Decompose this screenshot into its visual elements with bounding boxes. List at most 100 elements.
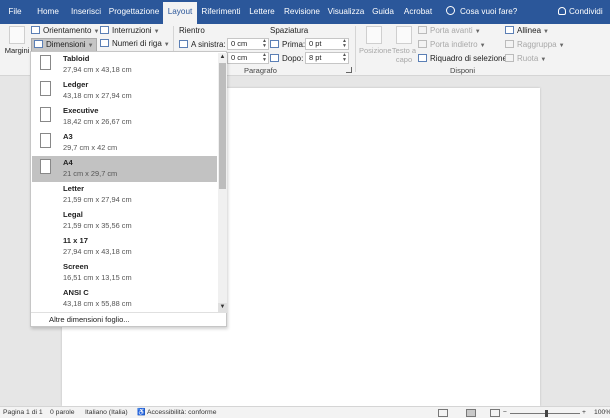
chevron-down-icon: ▼ — [93, 29, 100, 35]
spacing-before-input[interactable]: 0 pt ▲ ▼ — [305, 38, 349, 50]
tab-progettazione[interactable]: Progettazione — [108, 0, 160, 24]
wrap-text-icon — [396, 26, 412, 44]
language[interactable]: Italiano (Italia) — [85, 408, 128, 418]
tab-file[interactable]: File — [2, 0, 28, 24]
spinner-arrows-icon[interactable]: ▲ ▼ — [262, 39, 267, 49]
riquadro-selezione-button[interactable]: Riquadro di selezione — [418, 53, 507, 64]
paper-size-dimensions: 21,59 cm x 35,56 cm — [63, 221, 132, 230]
zoom-in-icon[interactable]: + — [582, 408, 586, 418]
focus-mode-icon[interactable] — [438, 409, 448, 417]
tab-guida[interactable]: Guida — [369, 0, 397, 24]
tab-home[interactable]: Home — [33, 0, 63, 24]
paper-size-item[interactable]: Executive 18,42 cm x 26,67 cm — [32, 104, 217, 130]
tab-revisione[interactable]: Revisione — [282, 0, 322, 24]
paper-size-name: A3 — [63, 132, 73, 141]
tab-lettere[interactable]: Lettere — [247, 0, 277, 24]
paper-size-dimensions: 16,51 cm x 13,15 cm — [63, 273, 132, 282]
accessibility-status[interactable]: ♿ Accessibilità: conforme — [137, 408, 217, 418]
spacing-after-input[interactable]: 8 pt ▲ ▼ — [305, 52, 349, 64]
web-layout-icon[interactable] — [490, 409, 500, 417]
paper-size-item[interactable]: Tabloid 27,94 cm x 43,18 cm — [32, 52, 217, 78]
scrollbar-thumb[interactable] — [219, 63, 226, 189]
numeri-riga-button[interactable]: Numeri di riga ▼ — [100, 38, 170, 51]
paper-size-dimensions: 18,42 cm x 26,67 cm — [63, 117, 132, 126]
tab-visualizza[interactable]: Visualizza — [327, 0, 365, 24]
accessibility-label: Accessibilità: conforme — [146, 409, 217, 416]
porta-indietro-label: Porta indietro — [430, 40, 478, 49]
margins-icon — [9, 26, 25, 44]
paper-size-item[interactable]: Screen 16,51 cm x 13,15 cm — [32, 260, 217, 286]
raggruppa-button[interactable]: Raggruppa ▼ — [505, 39, 565, 52]
tab-inserisci[interactable]: Inserisci — [68, 0, 104, 24]
align-icon — [505, 26, 514, 34]
testo-a-capo-label: Testo a capo — [391, 46, 417, 64]
paper-size-dimensions: 27,94 cm x 43,18 cm — [63, 247, 132, 256]
paper-size-dimensions: 43,18 cm x 55,88 cm — [63, 299, 132, 308]
lightbulb-icon — [446, 6, 455, 15]
tab-riferimenti[interactable]: Riferimenti — [200, 0, 242, 24]
margini-button[interactable]: Margini — [2, 26, 32, 55]
indent-left-input[interactable]: 0 cm ▲ ▼ — [227, 38, 269, 50]
scroll-up-icon[interactable]: ▲ — [218, 53, 227, 62]
interruzioni-button[interactable]: Interruzioni ▼ — [100, 25, 160, 38]
paper-size-item[interactable]: A3 29,7 cm x 42 cm — [32, 130, 217, 156]
tab-layout[interactable]: Layout — [163, 2, 197, 24]
rientro-heading: Rientro — [179, 26, 205, 35]
altre-dimensioni-link[interactable]: Altre dimensioni foglio... — [49, 315, 130, 324]
send-backward-icon — [418, 40, 427, 48]
size-icon — [34, 40, 43, 48]
paper-size-item[interactable]: ANSI C 43,18 cm x 55,88 cm — [32, 286, 217, 312]
paper-size-item[interactable]: 11 x 17 27,94 cm x 43,18 cm — [32, 234, 217, 260]
spacing-after-icon — [270, 54, 279, 62]
vertical-scrollbar[interactable] — [597, 76, 610, 406]
word-count[interactable]: 0 parole — [50, 408, 75, 418]
testo-a-capo-button[interactable]: Testo a capo — [389, 26, 419, 64]
allinea-button[interactable]: Allinea ▼ — [505, 25, 549, 38]
share-button[interactable]: Condividi — [558, 0, 603, 24]
indent-right-input[interactable]: 0 cm ▲ ▼ — [227, 52, 269, 64]
ruota-label: Ruota — [517, 54, 539, 63]
paper-size-name: A4 — [63, 158, 73, 167]
scroll-down-icon[interactable]: ▼ — [218, 303, 227, 312]
indent-left-icon — [179, 40, 188, 48]
posizione-button[interactable]: Posizione — [359, 26, 392, 55]
interruzioni-label: Interruzioni — [112, 26, 152, 35]
zoom-level[interactable]: 100% — [594, 408, 610, 418]
paper-size-item[interactable]: Legal 21,59 cm x 35,56 cm — [32, 208, 217, 234]
accessibility-icon: ♿ — [137, 409, 146, 416]
raggruppa-label: Raggruppa — [517, 40, 557, 49]
paper-size-list: Tabloid 27,94 cm x 43,18 cm Ledger 43,18… — [31, 52, 217, 312]
share-label: Condividi — [569, 7, 603, 16]
disponi-group-label: Disponi — [450, 66, 476, 75]
chevron-down-icon: ▼ — [479, 43, 486, 49]
porta-indietro-button[interactable]: Porta indietro ▼ — [418, 39, 486, 52]
paper-size-item-selected[interactable]: A4 21 cm x 29,7 cm — [32, 156, 217, 182]
spinner-arrows-icon[interactable]: ▲ ▼ — [342, 39, 347, 49]
posizione-label: Posizione — [359, 46, 392, 55]
orientamento-button[interactable]: Orientamento ▼ — [31, 25, 99, 38]
paper-size-icon — [40, 55, 51, 70]
spinner-arrows-icon[interactable]: ▲ ▼ — [262, 53, 267, 63]
paper-size-icon — [40, 81, 51, 96]
paper-size-item[interactable]: Ledger 43,18 cm x 27,94 cm — [32, 78, 217, 104]
dropdown-scrollbar[interactable]: ▲ ▼ — [218, 53, 227, 312]
spinner-arrows-icon[interactable]: ▲ ▼ — [342, 53, 347, 63]
ruota-button[interactable]: Ruota ▼ — [505, 53, 546, 66]
paper-size-name: Executive — [63, 106, 99, 115]
paper-size-name: Screen — [63, 262, 89, 271]
spacing-before-value: 0 pt — [309, 39, 322, 48]
dialog-launcher-icon[interactable] — [346, 67, 352, 73]
breaks-icon — [100, 26, 109, 34]
tell-me-search[interactable]: Cosa vuoi fare? — [446, 0, 517, 24]
person-icon — [558, 7, 566, 15]
page-count[interactable]: Pagina 1 di 1 — [3, 408, 43, 418]
zoom-out-icon[interactable]: − — [503, 408, 507, 418]
status-bar: Pagina 1 di 1 0 parole Italiano (Italia)… — [0, 406, 610, 418]
zoom-slider-thumb[interactable] — [545, 410, 548, 417]
paper-size-dimensions: 21 cm x 29,7 cm — [63, 169, 118, 178]
porta-avanti-button[interactable]: Porta avanti ▼ — [418, 25, 481, 38]
paper-size-item[interactable]: Letter 21,59 cm x 27,94 cm — [32, 182, 217, 208]
print-layout-icon[interactable] — [466, 409, 476, 417]
tab-acrobat[interactable]: Acrobat — [402, 0, 434, 24]
margini-label: Margini — [4, 46, 30, 55]
